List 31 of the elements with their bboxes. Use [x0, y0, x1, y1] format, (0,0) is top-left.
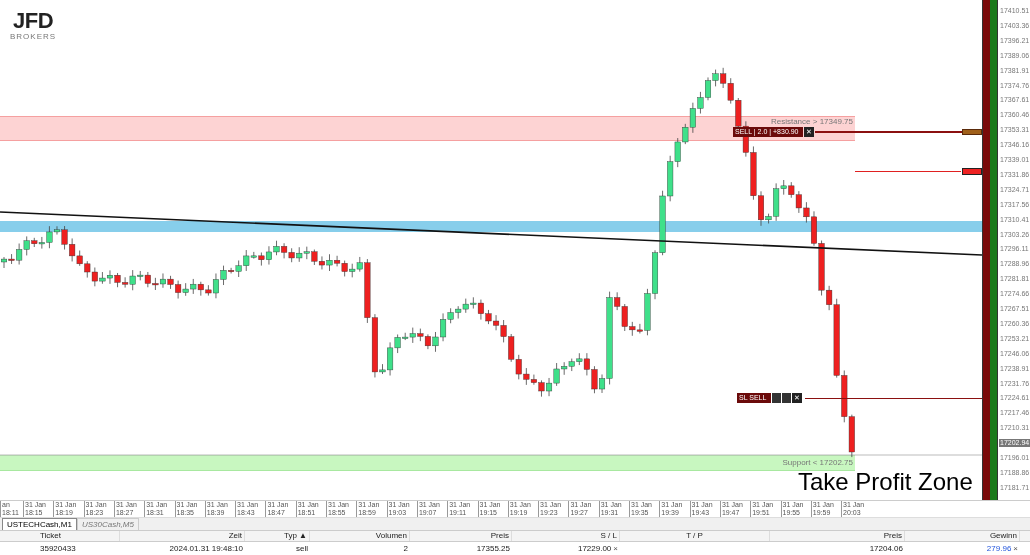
column-header[interactable]: Gewinn — [905, 531, 1020, 541]
column-header[interactable]: Preis — [410, 531, 512, 541]
order-tag-icon[interactable] — [962, 129, 982, 135]
table-cell: 17229.00 — [577, 542, 612, 555]
table-cell: 2024.01.31 19:48:10 — [169, 542, 243, 555]
column-header[interactable]: Typ ▲ — [245, 531, 310, 541]
chart-tab[interactable]: US30Cash,M5 — [76, 518, 139, 530]
table-cell: 2 — [403, 542, 408, 555]
column-header[interactable]: Preis — [770, 531, 905, 541]
logo-wordmark: JFD — [13, 10, 53, 32]
order-tag-icon[interactable] — [962, 168, 982, 175]
column-header[interactable]: S / L — [512, 531, 620, 541]
table-cell: 17204.06 — [869, 542, 903, 555]
table-cell: 279.96 — [986, 542, 1012, 555]
table-cell: 35920433 — [40, 542, 76, 555]
column-header[interactable]: Volumen — [310, 531, 410, 541]
zone-label: Resistance > 17349.75 — [769, 117, 854, 126]
take-profit-text: Take Profit Zone — [798, 468, 973, 496]
zone-label: Support < 17202.75 — [781, 458, 854, 467]
column-header[interactable]: T / P — [620, 531, 770, 541]
logo-tagline: BROKERS — [10, 32, 57, 41]
table-cell: sell — [296, 542, 308, 555]
trend-line[interactable] — [0, 211, 982, 256]
column-header[interactable]: Ticket — [0, 531, 120, 541]
chart-tab[interactable]: USTECHCash,M1 — [2, 518, 77, 530]
order-line[interactable] — [805, 398, 982, 399]
remove-button[interactable]: × — [1013, 544, 1018, 553]
remove-button[interactable]: × — [613, 544, 618, 553]
table-cell: 17355.25 — [476, 542, 510, 555]
order-line[interactable] — [815, 131, 962, 133]
column-header[interactable]: Zeit — [120, 531, 245, 541]
